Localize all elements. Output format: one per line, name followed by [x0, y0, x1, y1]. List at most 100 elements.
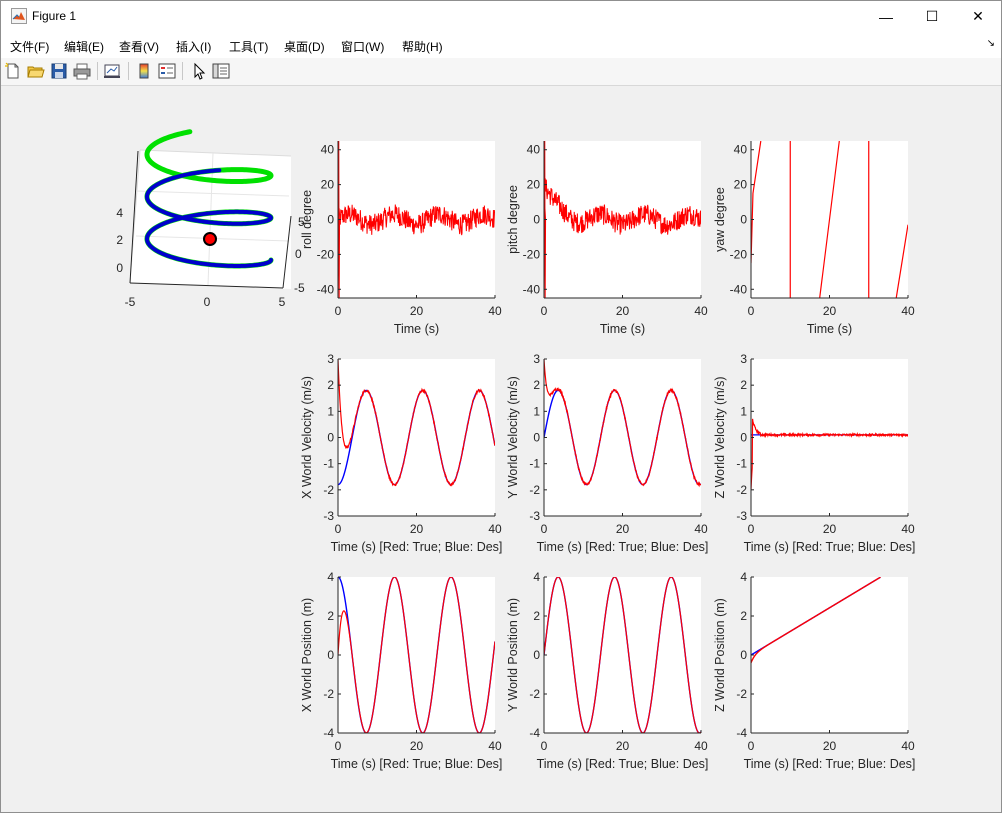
x-tick-label: 40: [488, 739, 502, 753]
edit-plot-pointer-icon[interactable]: [189, 61, 209, 81]
minimize-icon: —: [879, 8, 893, 25]
y-tick-label: 3: [533, 352, 540, 366]
x-tick-label: 40: [694, 304, 708, 318]
chart-yaw: 40200-20-400 20 40Time (s)yaw degree: [713, 141, 915, 336]
link-plot-icon[interactable]: [102, 61, 122, 81]
y-tick-label: 0: [327, 648, 334, 662]
y-tick-label: 20: [527, 178, 541, 192]
x-tick-label: 0: [541, 739, 548, 753]
y-tick-label: 0: [533, 431, 540, 445]
menu-file[interactable]: 文件(F): [10, 38, 49, 55]
y-tick-label: -3: [323, 509, 334, 523]
menu-help[interactable]: 帮助(H): [402, 38, 443, 55]
y-tick-label: 1: [327, 404, 334, 418]
y-tick-label: 20: [734, 178, 748, 192]
new-figure-icon[interactable]: [3, 61, 23, 81]
chart-z-position: 420-2-40 20 40Time (s) [Red: True; Blue: D…: [713, 570, 915, 771]
chart-x-velocity: 3210-1-2-30 20 40Time (s) [Red: True; Blue…: [300, 352, 502, 554]
y-tick-label: 4: [740, 570, 747, 584]
y-tick-label: 0: [327, 431, 334, 445]
x-axis-label: Time (s) [Red: True; Blue: Des]: [537, 540, 709, 554]
x-tick-label: 0: [541, 522, 548, 536]
y-tick-label: -2: [529, 687, 540, 701]
x-tick-label: 20: [823, 739, 837, 753]
chart-y-velocity: 3210-1-2-30 20 40Time (s) [Red: True; Blue…: [506, 352, 708, 554]
x-tick-label: 20: [410, 739, 424, 753]
minimize-button[interactable]: —: [863, 1, 909, 32]
menu-insert[interactable]: 插入(I): [176, 38, 211, 55]
x-tick-label: 20: [410, 304, 424, 318]
print-icon[interactable]: [72, 61, 92, 81]
y-tick-label: -2: [323, 687, 334, 701]
close-icon: ✕: [972, 8, 984, 24]
x-tick-label: 40: [901, 522, 915, 536]
y-tick-label: 2: [327, 609, 334, 623]
open-file-icon[interactable]: [26, 61, 46, 81]
matlab-icon: [11, 8, 27, 24]
menu-bar: 文件(F) 编辑(E) 查看(V) 插入(I) 工具(T) 桌面(D) 窗口(W…: [1, 32, 1001, 58]
y-tick-label: 4: [327, 570, 334, 584]
close-button[interactable]: ✕: [955, 1, 1001, 32]
x-tick-label: -5: [125, 295, 136, 309]
y-tick-label: -20: [317, 247, 335, 261]
chart-y-position: 420-2-40 20 40Time (s) [Red: True; Blue: D…: [506, 570, 708, 771]
y-tick-label: -3: [529, 509, 540, 523]
x-axis-label: Time (s) [Red: True; Blue: Des]: [331, 540, 503, 554]
y-tick-label: -20: [523, 247, 541, 261]
chart-z-velocity: 3210-1-2-30 20 40Time (s) [Red: True; Blue…: [713, 352, 915, 554]
figure-window: Figure 1 — ☐ ✕ 文件(F) 编辑(E) 查看(V) 插入(I) 工…: [0, 0, 1002, 813]
x-tick-label: 20: [616, 522, 630, 536]
y-tick-label: 5: [298, 215, 305, 229]
y-tick-label: -1: [529, 457, 540, 471]
y-tick-label: 2: [533, 378, 540, 392]
toolbar-separator: [182, 62, 183, 80]
y-axis-label: X World Velocity (m/s): [300, 376, 314, 499]
x-axis-label: Time (s): [394, 322, 439, 336]
menu-desktop[interactable]: 桌面(D): [284, 38, 325, 55]
property-inspector-icon[interactable]: [211, 61, 231, 81]
y-tick-label: -1: [736, 457, 747, 471]
x-tick-label: 40: [488, 522, 502, 536]
menu-view[interactable]: 查看(V): [119, 38, 159, 55]
plot-area: [751, 577, 908, 733]
y-axis-label: Y World Position (m): [506, 598, 520, 712]
menu-edit[interactable]: 编辑(E): [64, 38, 104, 55]
y-tick-label: -40: [523, 282, 541, 296]
figure-plots: 40200-20-400 20 40Time (s)roll degree40200…: [116, 129, 915, 771]
x-tick-label: 20: [823, 522, 837, 536]
z-tick-label: 2: [116, 233, 123, 247]
y-tick-label: 0: [327, 213, 334, 227]
maximize-button[interactable]: ☐: [909, 1, 955, 32]
y-tick-label: 3: [327, 352, 334, 366]
plot-area: [338, 359, 495, 516]
x-tick-label: 20: [410, 522, 424, 536]
x-tick-label: 40: [901, 739, 915, 753]
y-axis-label: Y World Velocity (m/s): [506, 376, 520, 499]
plot-area: [751, 359, 908, 516]
x-axis-label: Time (s) [Red: True; Blue: Des]: [537, 757, 709, 771]
y-tick-label: 0: [533, 213, 540, 227]
y-tick-label: -4: [529, 726, 540, 740]
y-tick-label: 0: [740, 431, 747, 445]
z-tick-label: 4: [116, 206, 123, 220]
legend-icon[interactable]: [157, 61, 177, 81]
x-axis-label: Time (s) [Red: True; Blue: Des]: [744, 540, 916, 554]
quadrotor-marker: [203, 232, 217, 246]
x-tick-label: 40: [488, 304, 502, 318]
menu-window[interactable]: 窗口(W): [341, 38, 384, 55]
y-tick-label: -5: [294, 281, 305, 295]
z-tick-label: 0: [116, 261, 123, 275]
colorbar-icon[interactable]: [134, 61, 154, 81]
y-tick-label: -2: [736, 483, 747, 497]
title-bar[interactable]: Figure 1 — ☐ ✕: [1, 1, 1001, 32]
maximize-icon: ☐: [925, 8, 939, 24]
x-tick-label: 40: [901, 304, 915, 318]
save-icon[interactable]: [49, 61, 69, 81]
x-axis-label: Time (s) [Red: True; Blue: Des]: [744, 757, 916, 771]
dock-arrow-icon[interactable]: ↘: [987, 38, 995, 49]
y-tick-label: 0: [740, 213, 747, 227]
y-tick-label: -4: [736, 726, 747, 740]
toolbar-separator: [128, 62, 129, 80]
chart-pitch: 40200-20-400 20 40Time (s)pitch degree: [506, 141, 708, 336]
menu-tools[interactable]: 工具(T): [229, 38, 268, 55]
